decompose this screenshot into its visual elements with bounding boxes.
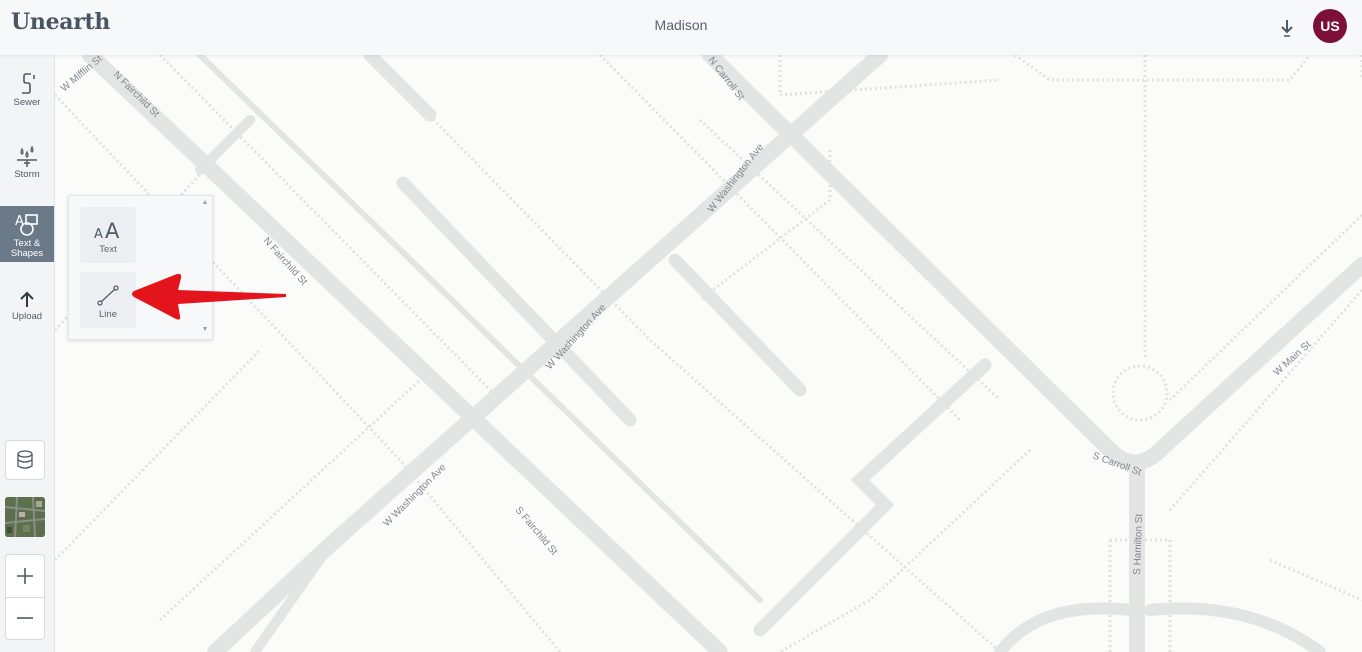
tool-sewer[interactable]: Sewer [0,65,54,123]
top-header: Unearth Madison US [0,0,1362,55]
tool-label: Upload [11,311,43,322]
download-icon [1281,20,1293,37]
minus-icon [17,617,33,619]
svg-text:A: A [15,214,24,229]
map-canvas[interactable]: W Mifflin St N Fairchild St N Carroll St… [55,55,1362,652]
tool-storm[interactable]: Storm [0,137,54,195]
text-shapes-icon: A [15,214,38,236]
tool-text-shapes[interactable]: A Text & Shapes [0,206,54,262]
popup-scroll-down[interactable]: ▼ [200,326,210,334]
street-label: S Hamilton St [1132,513,1145,575]
upload-icon [20,291,34,307]
user-avatar[interactable]: US [1313,9,1347,43]
text-tool-button[interactable]: A A Text [80,207,136,263]
satellite-image [5,497,45,537]
left-toolbar: Sewer Storm A Text & Shapes Upload [0,55,55,652]
zoom-out-button[interactable] [6,598,44,640]
text-icon: A A [94,219,120,243]
layers-button[interactable] [5,440,45,480]
svg-text:A: A [94,227,103,242]
tool-upload[interactable]: Upload [0,281,54,339]
basemap-satellite-thumbnail[interactable] [5,497,45,537]
svg-text:A: A [105,219,120,243]
annotation-arrow [132,273,286,320]
database-icon [17,450,33,469]
page-title: Madison [654,17,708,33]
popup-scroll-up[interactable]: ▲ [200,199,210,207]
tool-label: Storm [14,169,40,180]
download-button[interactable] [1277,16,1297,38]
sewer-icon [22,73,35,94]
zoom-controls [5,554,45,640]
plus-icon [17,568,33,584]
tool-label: Sewer [13,97,41,108]
popup-item-label: Text [99,244,117,255]
zoom-in-button[interactable] [6,555,44,597]
tool-label: Text & Shapes [10,238,44,259]
storm-icon [17,145,37,167]
